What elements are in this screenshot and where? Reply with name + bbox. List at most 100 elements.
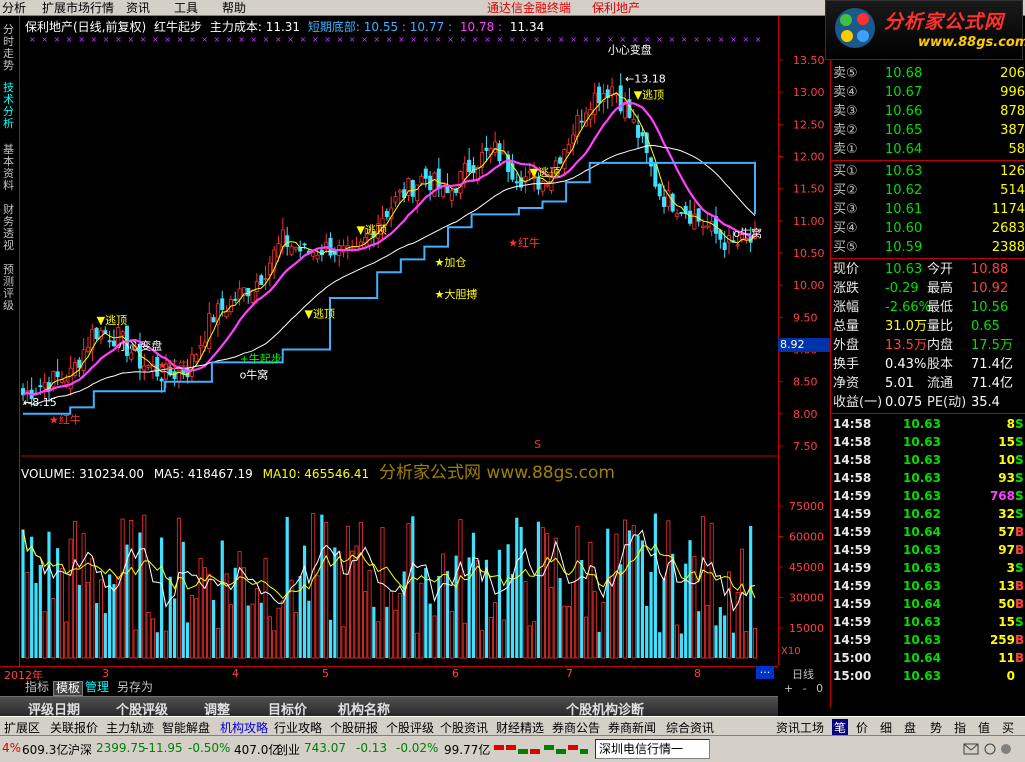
volume-bar — [198, 558, 203, 659]
menu-extended-market[interactable]: 扩展市场行情 — [42, 0, 114, 16]
candle-body — [575, 115, 580, 137]
ask-row-c: 996 — [1000, 85, 1025, 100]
tick-price: 10.63 — [903, 489, 941, 503]
volume-bar — [276, 607, 281, 659]
period-label[interactable]: 日线 — [792, 666, 814, 682]
candle-body — [640, 132, 645, 137]
volume-tick-label: 45000 — [789, 561, 824, 574]
volume-bar — [68, 538, 73, 659]
date-axis: 2012年 3 4 5 6 7 8 — [0, 666, 778, 682]
volume-bar — [649, 571, 653, 658]
tab-indicator[interactable]: 指标 — [23, 681, 51, 694]
tab-technical[interactable]: 技术分析 — [3, 82, 17, 130]
zoom-controls[interactable]: + - 0 — [784, 682, 826, 695]
tab-fundamentals[interactable]: 基本资料 — [3, 144, 17, 192]
info-tab[interactable]: 值 — [978, 719, 990, 736]
candle-body — [142, 365, 147, 371]
ask-row: 卖④ 10.67 996 — [831, 83, 1025, 102]
volume-bar — [185, 622, 190, 658]
candle-body — [571, 134, 576, 144]
volume-bar — [293, 612, 298, 659]
candle-body — [484, 147, 489, 151]
tab-manage[interactable]: 管理 — [83, 681, 111, 694]
tick-price: 10.63 — [903, 471, 941, 485]
high-price-label: ←13.18 — [625, 73, 666, 86]
tab-forecast[interactable]: 预测评级 — [3, 264, 17, 312]
info-tab[interactable]: 综合资讯 — [666, 719, 714, 736]
tray-icons — [963, 743, 1011, 755]
info-tab[interactable]: 势 — [930, 719, 942, 736]
menu-help[interactable]: 帮助 — [222, 0, 246, 16]
indicator-name: 红牛起步 — [154, 20, 203, 34]
tab-financials[interactable]: 财务透视 — [3, 204, 17, 252]
volume-bar — [38, 564, 42, 658]
volume-bar — [718, 607, 722, 658]
quote-panel: 卖⑤ 10.68 206 卖④ 10.67 996 卖③ 10.66 878 卖② 10.65 387… — [830, 60, 1025, 708]
volume-bar — [631, 525, 636, 659]
stat-value: 10.92 — [971, 281, 1009, 296]
signal-mark: × — [189, 35, 196, 44]
info-tab[interactable]: 机构攻略 — [220, 719, 268, 736]
kline-chart[interactable]: × × × × × × × × × × × × × × × × × × × × × × × × × × × × × × × × × × × × × × × ×… — [21, 16, 778, 666]
menu-analysis[interactable]: 分析 — [2, 0, 26, 16]
info-tab[interactable]: 个股评级 — [386, 719, 434, 736]
volume-bar — [562, 605, 567, 659]
info-tab[interactable]: 扩展区 — [4, 719, 40, 736]
candle-body — [259, 275, 264, 285]
signal-mark: × — [275, 35, 282, 44]
server-selector[interactable]: 深圳电信行情一 — [595, 739, 710, 759]
info-tab[interactable]: 智能解盘 — [162, 719, 210, 736]
more-button[interactable]: ··· — [756, 666, 774, 679]
signal-mark: × — [509, 35, 516, 44]
tab-intraday[interactable]: 分时走势 — [3, 24, 17, 72]
tick-side: S — [1015, 435, 1024, 449]
volume-bar — [428, 603, 432, 658]
price-tick-label: 10.00 — [793, 279, 825, 292]
candle-body — [393, 196, 398, 203]
volume-bar — [393, 609, 398, 659]
info-tab[interactable]: 券商新闻 — [608, 719, 656, 736]
menu-tools[interactable]: 工具 — [174, 0, 198, 16]
info-tab[interactable]: 资讯工场 — [776, 719, 824, 736]
stat-label: 最高 — [927, 281, 954, 296]
info-tab[interactable]: 指 — [954, 719, 966, 736]
price-tick-label: 9.50 — [793, 311, 818, 324]
volume-bar — [553, 537, 558, 659]
tick-price: 10.64 — [903, 597, 941, 611]
info-tab[interactable]: 买 — [1002, 719, 1014, 736]
info-tab[interactable]: 笔 — [832, 719, 849, 736]
volume-bar — [515, 517, 519, 658]
tab-save-as[interactable]: 另存为 — [115, 681, 155, 694]
info-tab[interactable]: 价 — [856, 719, 868, 736]
volume-bar — [506, 544, 510, 658]
tick-volume: 8 — [1006, 417, 1015, 431]
signal-mark: × — [238, 35, 245, 44]
info-tab[interactable]: 盘 — [904, 719, 916, 736]
info-tab[interactable]: 个股研报 — [330, 719, 378, 736]
candle-body — [657, 183, 662, 197]
info-tab[interactable]: 主力轨迹 — [106, 719, 154, 736]
volume-bar — [519, 526, 523, 658]
candle-body — [558, 157, 563, 164]
menu-news[interactable]: 资讯 — [126, 0, 150, 16]
volume-bar — [51, 598, 56, 659]
ask-row: 卖① 10.64 58 — [831, 140, 1025, 159]
volume-bar — [211, 599, 216, 658]
info-tab[interactable]: 行业攻略 — [274, 719, 322, 736]
info-tab[interactable]: 关联报价 — [50, 719, 98, 736]
ask-row-a: 卖① — [833, 142, 858, 157]
candle-body — [55, 371, 60, 378]
info-tab[interactable]: 细 — [880, 719, 892, 736]
info-tab[interactable]: 券商公告 — [552, 719, 600, 736]
main-cost-label: 主力成本: 11.31 — [209, 20, 301, 34]
volume-bar — [160, 537, 164, 658]
volume-bar — [341, 626, 346, 659]
kline-canvas[interactable]: × × × × × × × × × × × × × × × × × × × × × × × × × × × × × × × × × × × × × × × ×… — [21, 16, 778, 666]
signal-mark: × — [250, 35, 257, 44]
stat-row: 收益(一) 0.075 PE(动) 35.4 — [831, 393, 1025, 412]
info-tab[interactable]: 个股资讯 — [440, 719, 488, 736]
chart-annotation: ▼逃顶 — [634, 89, 664, 102]
stat-value: 0.43% — [885, 357, 927, 372]
tab-template[interactable]: 模板 — [53, 681, 84, 696]
info-tab[interactable]: 财经精选 — [496, 719, 544, 736]
